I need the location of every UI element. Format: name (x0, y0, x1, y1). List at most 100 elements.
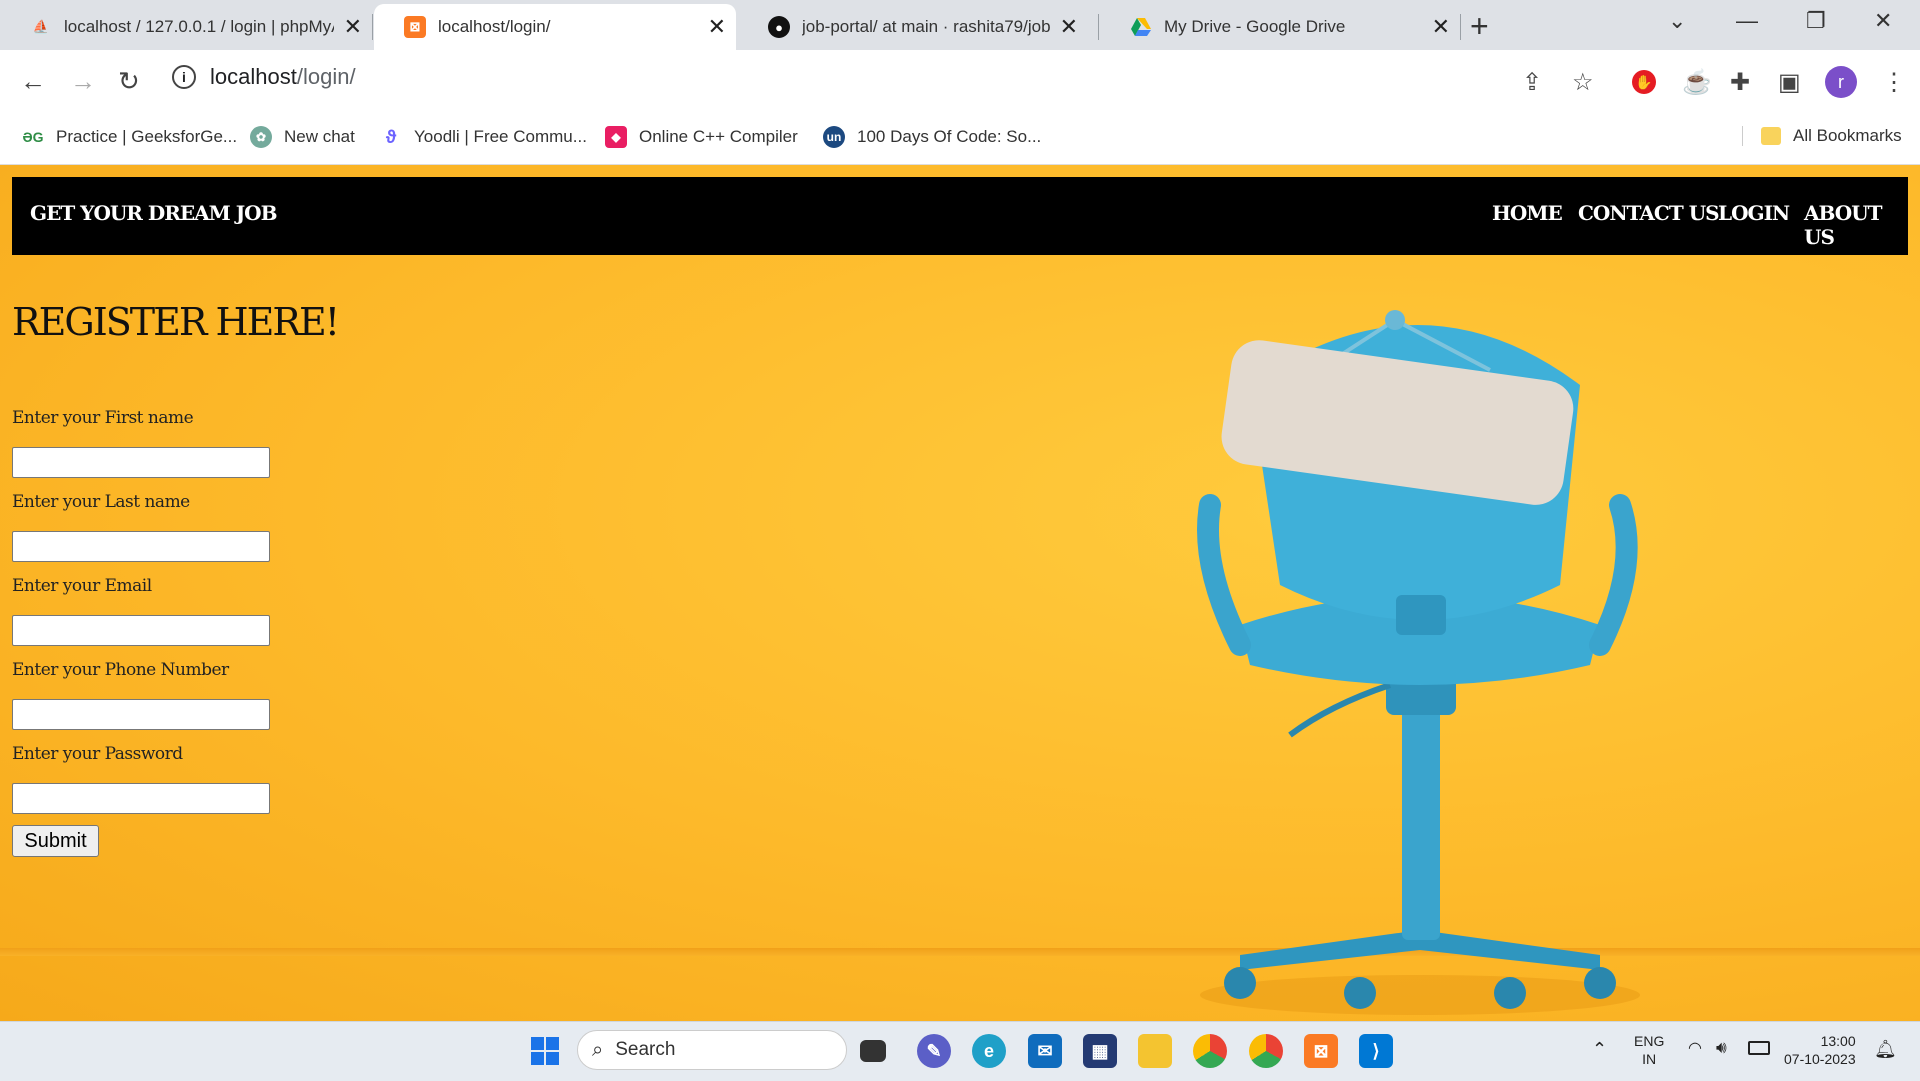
close-tab-icon[interactable]: ✕ (1060, 14, 1078, 40)
tab-separator (1460, 14, 1461, 40)
restore-icon[interactable]: ❐ (1806, 8, 1826, 34)
windows-taskbar: ⌕ Search ✎ e ✉ ▦ ⊠ ⟩ ⌃ ENG IN ◠ 🔊︎ 13:00… (0, 1021, 1920, 1081)
phone-field[interactable] (12, 699, 270, 730)
password-field[interactable] (12, 783, 270, 814)
taskbar-search[interactable]: ⌕ Search (577, 1030, 847, 1070)
chatgpt-icon: ✿ (250, 126, 272, 148)
address-path: /login/ (296, 64, 356, 89)
bookmark-geeksforgeeks[interactable]: ƏG Practice | GeeksforGe... (22, 126, 237, 148)
last-name-label: Enter your Last name (12, 492, 190, 512)
region-code: IN (1642, 1051, 1657, 1067)
bookmark-label: Yoodli | Free Commu... (414, 127, 587, 146)
close-tab-icon[interactable]: ✕ (1432, 14, 1450, 40)
profile-avatar[interactable]: r (1825, 66, 1857, 98)
all-bookmarks[interactable]: All Bookmarks (1742, 126, 1902, 146)
tab-github[interactable]: ● job-portal/ at main · rashita79/job-po… (738, 4, 1088, 50)
tab-title: localhost/login/ (438, 17, 551, 36)
tab-separator (372, 14, 373, 40)
file-explorer-icon[interactable] (1138, 1034, 1172, 1068)
volume-icon[interactable]: 🔊︎ (1716, 1039, 1727, 1057)
xampp-icon: ⊠ (404, 16, 426, 38)
show-hidden-icons[interactable]: ⌃ (1592, 1040, 1607, 1058)
office-chair-image (1197, 310, 1640, 1015)
windows-start-icon[interactable] (528, 1034, 562, 1068)
address-bar[interactable]: i localhost/login/ (172, 64, 356, 90)
language-code: ENG (1634, 1033, 1665, 1049)
geeksforgeeks-icon: ƏG (22, 129, 44, 145)
tab-search-icon[interactable]: ⌄ (1668, 8, 1686, 34)
adblock-extension-icon[interactable]: ✋ (1632, 70, 1656, 94)
chat-icon[interactable]: ✎ (917, 1034, 951, 1068)
battery-icon[interactable] (1748, 1041, 1770, 1055)
mail-icon[interactable]: ✉ (1028, 1034, 1062, 1068)
tab-separator (1098, 14, 1099, 40)
nav-about-us[interactable]: ABOUT US (1804, 201, 1908, 249)
site-info-icon[interactable]: i (172, 65, 196, 89)
close-tab-icon[interactable]: ✕ (708, 14, 726, 40)
phpmyadmin-icon: ⛵ (32, 19, 50, 34)
password-label: Enter your Password (12, 744, 183, 764)
folder-icon (1761, 127, 1781, 145)
forward-icon[interactable]: → (70, 66, 96, 97)
extension-icon[interactable]: ☕ (1682, 68, 1712, 97)
new-tab-button[interactable]: + (1470, 8, 1489, 45)
share-icon[interactable]: ⇪ (1522, 68, 1542, 97)
last-name-field[interactable] (12, 531, 270, 562)
tab-localhost-login[interactable]: ⊠ localhost/login/ ✕ (374, 4, 736, 50)
chrome-active-icon[interactable] (1249, 1034, 1283, 1068)
tab-title: localhost / 127.0.0.1 / login | phpMyAdm… (64, 17, 334, 36)
first-name-label: Enter your First name (12, 408, 194, 428)
close-window-icon[interactable]: ✕ (1874, 8, 1892, 34)
nav-login[interactable]: LOGIN (1718, 201, 1790, 225)
tab-title: My Drive - Google Drive (1164, 17, 1346, 36)
yoodli-icon: ϑ (385, 126, 397, 147)
bookmark-new-chat[interactable]: ✿ New chat (250, 126, 355, 148)
wifi-icon[interactable]: ◠ (1688, 1040, 1702, 1058)
cpp-compiler-icon: ◆ (605, 126, 627, 148)
nav-home[interactable]: HOME (1492, 201, 1563, 225)
chrome-icon[interactable] (1193, 1034, 1227, 1068)
task-view-icon[interactable] (860, 1040, 886, 1062)
unstop-icon: un (823, 126, 845, 148)
phone-label: Enter your Phone Number (12, 660, 229, 680)
bookmark-label: 100 Days Of Code: So... (857, 127, 1042, 146)
clock-time: 13:00 (1820, 1033, 1856, 1049)
bookmark-unstop[interactable]: un 100 Days Of Code: So... (823, 126, 1041, 148)
close-tab-icon[interactable]: ✕ (344, 14, 362, 40)
tab-phpmyadmin[interactable]: ⛵ localhost / 127.0.0.1 / login | phpMyA… (0, 4, 372, 50)
language-indicator[interactable]: ENG IN (1634, 1032, 1664, 1068)
bookmark-star-icon[interactable]: ☆ (1572, 68, 1594, 97)
bookmark-label: New chat (284, 127, 355, 146)
first-name-field[interactable] (12, 447, 270, 478)
browser-menu-icon[interactable]: ⋮ (1882, 68, 1906, 97)
github-icon: ● (768, 16, 790, 38)
clock-date: 07-10-2023 (1784, 1051, 1856, 1067)
clock[interactable]: 13:00 07-10-2023 (1784, 1032, 1856, 1068)
browser-tab-strip: ⛵ localhost / 127.0.0.1 / login | phpMyA… (0, 0, 1920, 50)
email-field[interactable] (12, 615, 270, 646)
tab-google-drive[interactable]: My Drive - Google Drive ✕ (1100, 4, 1460, 50)
back-icon[interactable]: ← (20, 66, 46, 97)
bookmark-yoodli[interactable]: ϑ Yoodli | Free Commu... (380, 126, 587, 148)
nav-contact-us[interactable]: CONTACT US (1578, 201, 1720, 225)
xampp-icon[interactable]: ⊠ (1304, 1034, 1338, 1068)
minimize-icon[interactable]: — (1736, 8, 1758, 34)
extensions-puzzle-icon[interactable]: ✚ (1730, 68, 1750, 97)
submit-button[interactable]: Submit (12, 825, 99, 857)
side-panel-icon[interactable]: ▣ (1778, 68, 1801, 97)
site-brand[interactable]: GET YOUR DREAM JOB (30, 201, 278, 225)
page-viewport: GET YOUR DREAM JOB HOME CONTACT US LOGIN… (0, 165, 1920, 1021)
bookmark-cpp-compiler[interactable]: ◆ Online C++ Compiler (605, 126, 798, 148)
reload-icon[interactable]: ↻ (118, 66, 140, 97)
page-title: REGISTER HERE! (12, 300, 340, 344)
vscode-icon[interactable]: ⟩ (1359, 1034, 1393, 1068)
google-drive-icon (1130, 16, 1152, 38)
site-navbar: GET YOUR DREAM JOB HOME CONTACT US LOGIN… (12, 177, 1908, 255)
bookmark-label: Practice | GeeksforGe... (56, 127, 238, 146)
store-icon[interactable]: ▦ (1083, 1034, 1117, 1068)
search-label: Search (615, 1039, 676, 1060)
tab-title: job-portal/ at main · rashita79/job-port… (802, 17, 1050, 36)
notifications-icon[interactable]: 🔔︎ (1874, 1040, 1897, 1058)
bookmark-label: All Bookmarks (1793, 126, 1902, 145)
edge-icon[interactable]: e (972, 1034, 1006, 1068)
